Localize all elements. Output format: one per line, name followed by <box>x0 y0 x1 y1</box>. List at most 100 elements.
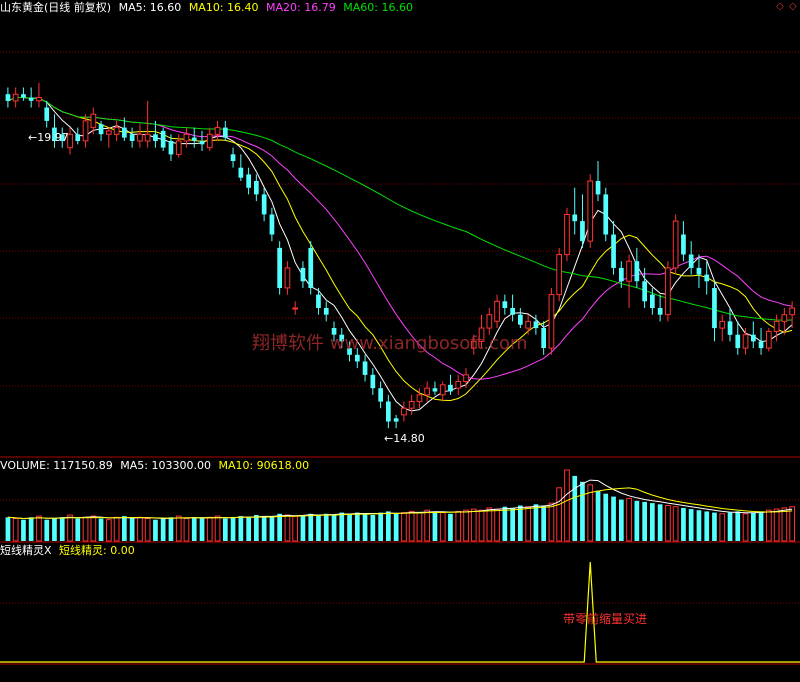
candle-body <box>144 133 151 142</box>
candle-body <box>548 294 555 349</box>
candle-body <box>137 133 143 142</box>
volume-bar <box>611 496 616 541</box>
volume-bar <box>269 517 275 541</box>
candle-body <box>284 267 291 289</box>
volume-bar <box>478 509 485 542</box>
volume-bar <box>137 516 143 542</box>
volume-bar <box>448 513 453 541</box>
candle-body <box>214 127 221 135</box>
candle-body <box>277 247 282 288</box>
candle-body <box>254 181 259 195</box>
volume-bar <box>28 517 34 541</box>
candle-body <box>269 214 275 235</box>
candle-body <box>657 308 663 315</box>
volume-bar <box>206 516 213 542</box>
volume-bar <box>5 517 11 541</box>
candle-body <box>393 418 399 422</box>
volume-bar <box>525 506 531 542</box>
candle-body <box>206 133 213 149</box>
volume-bar <box>106 519 112 542</box>
candle-body <box>308 247 314 288</box>
candle-body <box>90 113 97 129</box>
volume-ma5-value: MA5: 103300.00 <box>120 459 211 472</box>
candle-body <box>455 381 462 389</box>
volume-bar <box>300 515 306 541</box>
volume-bar <box>789 506 795 542</box>
candle-body <box>106 130 112 135</box>
candle-body <box>781 314 788 322</box>
volume-bar <box>401 512 407 542</box>
signal-label: 带零前缩量买进 <box>563 611 647 626</box>
candle-body <box>719 320 726 329</box>
candle-body <box>704 274 710 282</box>
candle-body <box>5 94 11 101</box>
volume-bar <box>21 519 26 541</box>
volume-bar <box>246 517 251 541</box>
volume-bar <box>580 481 585 541</box>
candle-body <box>681 234 686 255</box>
volume-bar <box>494 508 500 542</box>
volume-bar <box>603 493 609 541</box>
indicator-value: 短线精灵: 0.00 <box>59 544 135 557</box>
volume-bar <box>175 515 182 542</box>
candle-body <box>129 134 135 141</box>
candle-body <box>541 328 546 348</box>
candle-body <box>766 330 772 349</box>
candle-body <box>223 127 228 138</box>
volume-bar <box>75 518 81 541</box>
volume-bars <box>5 469 795 542</box>
volume-bar <box>386 511 391 541</box>
candle-body <box>246 174 251 188</box>
volume-bar <box>12 518 19 542</box>
restore-icon[interactable]: ◇ <box>776 1 784 12</box>
candle-body <box>758 341 764 349</box>
volume-bar <box>378 512 383 541</box>
candle-body <box>789 307 795 316</box>
volume-bar <box>90 515 97 542</box>
candle-body <box>168 141 174 155</box>
candle-body <box>773 320 780 332</box>
candle-body <box>642 281 647 302</box>
candle-body <box>572 214 578 222</box>
ma20-value: MA20: 16.79 <box>266 1 336 14</box>
candle-body <box>261 194 267 215</box>
candle-body <box>401 407 407 416</box>
candle-body <box>292 307 298 310</box>
volume-bar <box>223 518 228 541</box>
volume-bar <box>510 507 515 541</box>
volume-bar <box>470 508 477 542</box>
volume-bar <box>67 514 73 542</box>
volume-bar <box>704 511 710 541</box>
candle-body <box>355 354 360 362</box>
volume-bar <box>665 505 671 542</box>
volume-bar <box>129 518 135 541</box>
close-icon[interactable]: ◇ <box>789 1 797 12</box>
volume-bar <box>548 502 555 542</box>
volume-bar <box>153 519 158 541</box>
volume-bar <box>347 513 352 541</box>
volume-bar <box>199 518 205 541</box>
volume-bar <box>688 509 694 541</box>
candle-body <box>98 124 104 135</box>
volume-bar <box>416 512 423 542</box>
candle-body <box>486 314 493 329</box>
volume-bar <box>455 510 462 542</box>
candle-body <box>230 154 236 161</box>
candle-body <box>626 260 632 282</box>
candle-body <box>316 294 321 308</box>
watermark: 翔博软件 www.xiangbosoft.com <box>252 333 528 354</box>
candle-body <box>735 334 741 349</box>
candle-body <box>595 181 601 195</box>
candle-body <box>199 141 205 145</box>
candle-body <box>439 384 446 396</box>
volume-bar <box>355 512 360 541</box>
candle-body <box>587 180 594 242</box>
candle-body <box>672 220 679 269</box>
candle-body <box>191 137 197 141</box>
volume-bar <box>393 513 399 541</box>
volume-bar <box>486 507 493 542</box>
candle-body <box>416 394 423 403</box>
candle-body <box>175 140 182 155</box>
volume-bar <box>463 509 469 542</box>
candle-body <box>603 194 609 235</box>
